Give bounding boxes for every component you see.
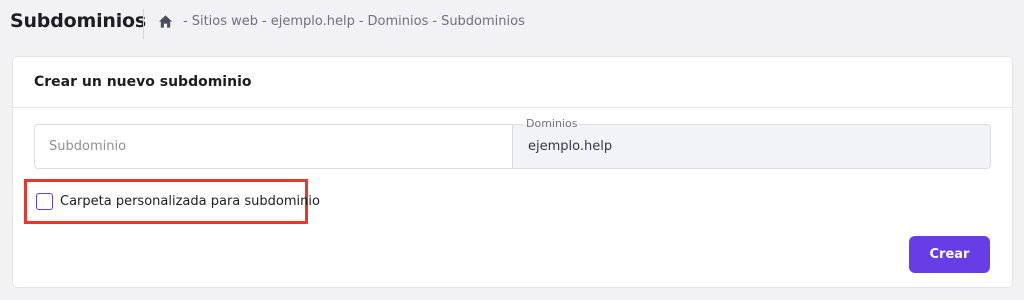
card-title: Crear un nuevo subdominio	[34, 74, 252, 90]
page-title: Subdominios	[10, 10, 146, 32]
create-subdomain-card: Crear un nuevo subdominio Dominios ejemp…	[12, 56, 1013, 288]
page-header: Subdominios - Sitios web - ejemplo.help …	[0, 0, 1024, 52]
custom-folder-checkbox[interactable]	[36, 193, 53, 210]
subdomain-field-group: Dominios ejemplo.help	[34, 117, 991, 169]
custom-folder-option: Carpeta personalizada para subdominio	[24, 179, 320, 224]
breadcrumb: - Sitios web - ejemplo.help - Dominios -…	[158, 14, 525, 29]
home-icon[interactable]	[158, 14, 173, 29]
domain-select[interactable]: Dominios ejemplo.help	[512, 117, 991, 169]
custom-folder-label[interactable]: Carpeta personalizada para subdominio	[60, 194, 320, 209]
create-button[interactable]: Crear	[909, 236, 990, 273]
header-divider	[143, 9, 144, 39]
breadcrumb-item-sitios-web[interactable]: Sitios web	[192, 14, 258, 29]
domain-select-value: ejemplo.help	[528, 139, 613, 154]
breadcrumb-item-site[interactable]: ejemplo.help	[271, 14, 355, 29]
subdomain-input[interactable]	[34, 124, 512, 169]
breadcrumb-separator: -	[358, 14, 364, 29]
breadcrumb-item-subdominios: Subdominios	[441, 14, 525, 29]
breadcrumb-item-dominios[interactable]: Dominios	[368, 14, 429, 29]
breadcrumb-separator: -	[183, 14, 188, 29]
domain-select-label: Dominios	[524, 117, 580, 130]
breadcrumb-separator: -	[262, 14, 267, 29]
breadcrumb-separator: -	[432, 14, 438, 29]
card-divider	[13, 107, 1012, 108]
